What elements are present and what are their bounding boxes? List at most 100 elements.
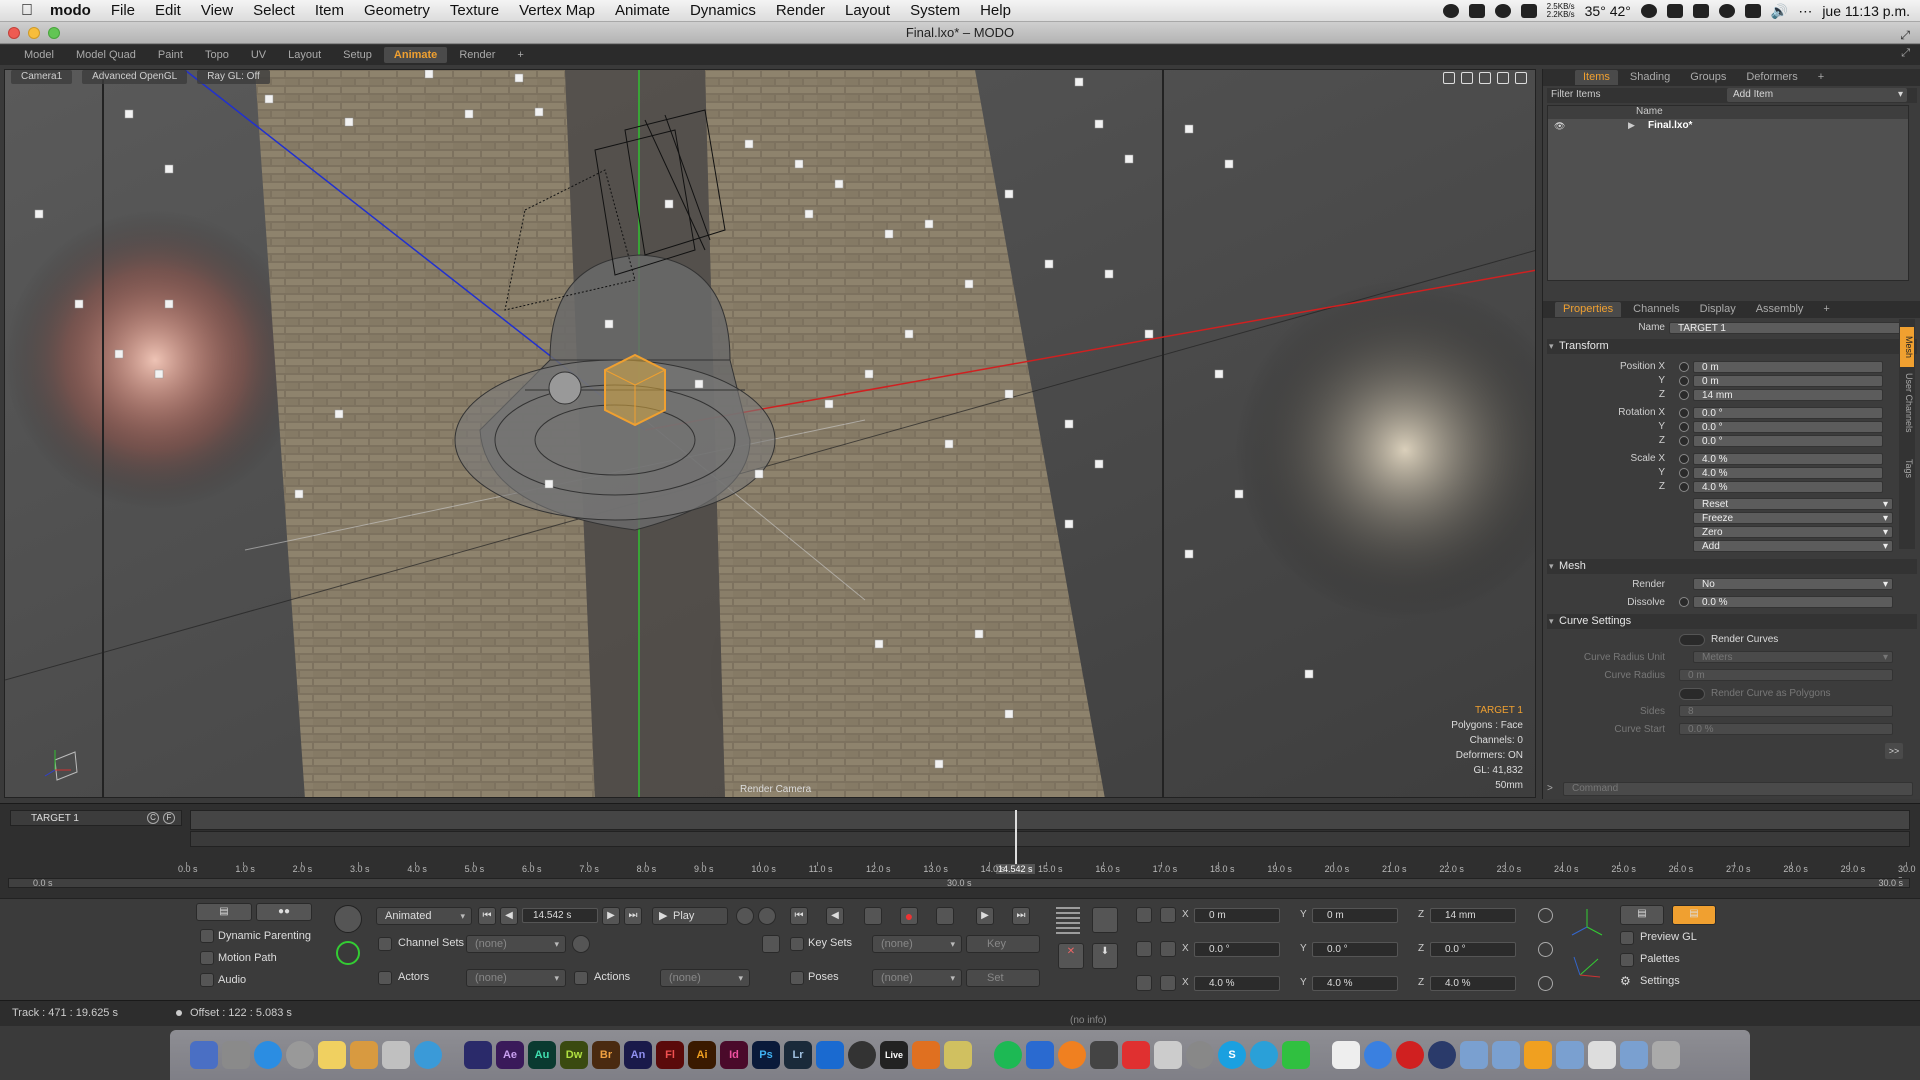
camera-menu[interactable]: Camera1 [11, 70, 73, 84]
go-end-icon[interactable]: ⏭ [624, 907, 642, 925]
menu-view[interactable]: View [201, 2, 233, 19]
name-field[interactable]: TARGET 1 [1669, 322, 1901, 334]
fullscreen-icon[interactable]: ⤢ [1900, 24, 1910, 46]
apple-icon[interactable]:  [12, 2, 42, 20]
motion-path-button[interactable]: Motion Path [218, 952, 277, 964]
dock-cortana-icon[interactable] [414, 1041, 442, 1069]
layout-right-icon[interactable]: ▤ [1672, 905, 1716, 925]
dock-safari-icon[interactable] [286, 1041, 314, 1069]
expand-arrow-icon[interactable]: ▶ [1628, 120, 1635, 131]
pos-x-field[interactable]: 0 m [1194, 908, 1280, 923]
dock-screenshot-icon[interactable] [222, 1041, 250, 1069]
dock-audition-icon[interactable]: Au [528, 1041, 556, 1069]
curve-start-field[interactable]: 0.0 % [1679, 723, 1893, 735]
next-key-icon[interactable]: ⏭ [1012, 907, 1030, 925]
animated-dropdown[interactable]: Animated ▾ [376, 907, 472, 925]
dissolve-keyframe-toggle[interactable] [1679, 597, 1689, 607]
render-dropdown[interactable]: No ▾ [1693, 578, 1893, 590]
dock-printer-icon[interactable] [1588, 1041, 1616, 1069]
time-ruler[interactable]: 0.0 s 1.0 s 2.0 s 3.0 s 4.0 s 5.0 s 6.0 s 7.0 s… [178, 862, 1916, 884]
scale-key-icon[interactable] [1160, 975, 1176, 991]
pos-y-field[interactable]: 0 m [1312, 908, 1398, 923]
cloud-icon[interactable] [1718, 4, 1735, 18]
dock-automator-icon[interactable] [382, 1041, 410, 1069]
scale-z-field[interactable]: 4.0 % [1693, 481, 1883, 493]
side-tab-mesh[interactable]: Mesh [1900, 327, 1914, 367]
dock-itunes-icon[interactable] [1364, 1041, 1392, 1069]
raygl-menu[interactable]: Ray GL: Off [197, 70, 270, 84]
channel-sets-dropdown[interactable]: (none) ▾ [466, 935, 566, 953]
item-list[interactable]: Name 👁 ▶ Final.lxo* [1547, 105, 1909, 281]
menu-list-icon[interactable] [1666, 4, 1683, 18]
dock-ableton-icon[interactable]: Live [880, 1041, 908, 1069]
set-button[interactable]: Set [966, 969, 1040, 987]
position-x-keyframe-toggle[interactable] [1679, 362, 1689, 372]
close-window-button[interactable] [8, 27, 20, 39]
add-panel-tab-icon[interactable]: + [1810, 70, 1832, 85]
render-curves-toggle[interactable] [1679, 634, 1705, 646]
pos-reset-icon[interactable] [1538, 908, 1553, 923]
scl-z-field[interactable]: 4.0 % [1430, 976, 1516, 991]
add-props-tab-icon[interactable]: + [1815, 302, 1837, 317]
menu-geometry[interactable]: Geometry [364, 2, 430, 19]
section-transform[interactable]: Transform [1547, 339, 1917, 354]
position-z-field[interactable]: 14 mm [1693, 389, 1883, 401]
tab-items[interactable]: Items [1575, 70, 1618, 85]
dock-finder-icon[interactable] [190, 1041, 218, 1069]
tab-properties[interactable]: Properties [1555, 302, 1622, 317]
more-arrows-icon[interactable]: >> [1885, 743, 1903, 759]
camera-icon[interactable] [1468, 4, 1485, 18]
dock-appstore-icon[interactable] [254, 1041, 282, 1069]
dock-dreamweaver-icon[interactable]: Dw [560, 1041, 588, 1069]
menu-animate[interactable]: Animate [615, 2, 670, 19]
dock-acrobat-icon[interactable] [1122, 1041, 1150, 1069]
section-mesh[interactable]: Mesh [1547, 559, 1917, 574]
move-tool-icon[interactable] [1136, 907, 1152, 923]
track-c-icon[interactable]: C [147, 812, 159, 824]
clock[interactable]: jue 11:13 p.m. [1822, 3, 1910, 19]
menu-system[interactable]: System [910, 2, 960, 19]
minimize-window-button[interactable] [28, 27, 40, 39]
scale-x-field[interactable]: 4.0 % [1693, 453, 1883, 465]
tab-layout[interactable]: Layout [278, 47, 331, 63]
scale-y-keyframe-toggle[interactable] [1679, 468, 1689, 478]
next-frame-icon[interactable]: ▶ [602, 907, 620, 925]
tab-render[interactable]: Render [449, 47, 505, 63]
dock-illustrator-icon[interactable]: Ai [688, 1041, 716, 1069]
grip-icon[interactable] [1056, 907, 1080, 935]
dock-lightroom-icon[interactable]: Lr [784, 1041, 812, 1069]
dock-spotify-icon[interactable] [994, 1041, 1022, 1069]
scale-tool-icon[interactable] [1136, 975, 1152, 991]
scale-y-field[interactable]: 4.0 % [1693, 467, 1883, 479]
reset-dropdown[interactable]: Reset ▾ [1693, 498, 1893, 510]
dock-preview-icon[interactable] [1332, 1041, 1360, 1069]
monitor-icon[interactable] [1692, 4, 1709, 18]
dock-firefox-icon[interactable] [1058, 1041, 1086, 1069]
rot-z-field[interactable]: 0.0 ° [1430, 942, 1516, 957]
menu-file[interactable]: File [111, 2, 135, 19]
locator-sphere[interactable] [548, 371, 582, 405]
expand-icon[interactable]: ⤢ [1901, 47, 1910, 60]
tab-topo[interactable]: Topo [195, 47, 239, 63]
section-curve-settings[interactable]: Curve Settings [1547, 614, 1917, 629]
auto-key-dial-icon[interactable] [334, 905, 362, 933]
sync-icon[interactable] [1520, 4, 1537, 18]
dock-bridge-icon[interactable]: Br [592, 1041, 620, 1069]
pan-icon[interactable] [1443, 72, 1455, 84]
3d-viewport[interactable]: Camera1 Advanced OpenGL Ray GL: Off Rend… [4, 69, 1536, 798]
dock-modo-icon[interactable] [816, 1041, 844, 1069]
menu-app-name[interactable]: modo [50, 2, 91, 19]
sides-field[interactable]: 8 [1679, 705, 1893, 717]
dock-flash-icon[interactable]: Fl [656, 1041, 684, 1069]
add-tab-icon[interactable]: + [507, 47, 533, 63]
tab-paint[interactable]: Paint [148, 47, 193, 63]
prev-frame-icon[interactable]: ◀ [500, 907, 518, 925]
record-key-icon[interactable]: ● [900, 907, 918, 925]
bluetooth-icon[interactable] [1640, 4, 1657, 18]
dock-premiere-icon[interactable] [464, 1041, 492, 1069]
tab-channels[interactable]: Channels [1625, 302, 1687, 317]
dock-apps-folder-icon[interactable] [1460, 1041, 1488, 1069]
set-key-icon[interactable] [864, 907, 882, 925]
track-f-icon[interactable]: F [163, 812, 175, 824]
palettes-button[interactable]: Palettes [1640, 953, 1680, 965]
